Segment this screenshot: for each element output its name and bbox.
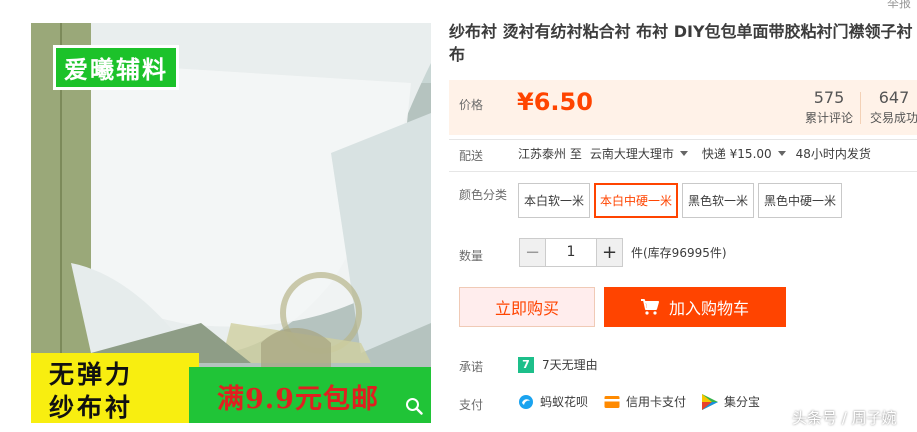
reviews-label: 累计评论 [804,111,853,125]
payment-credit-card[interactable]: 信用卡支付 [604,393,686,410]
sales-label: 交易成功 [869,111,917,125]
promise-label: 承诺 [459,360,484,374]
promo-free-shipping: 满9.9元包邮 [189,367,431,423]
payment-label: 支付 [459,398,484,412]
huabei-icon [519,394,533,409]
destination-text: 云南大理大理市 [589,147,674,161]
price-label: 价格 [459,98,484,112]
add-to-cart-label: 加入购物车 [668,299,749,318]
promo-shipping-text: 满9.9元包邮 [217,384,379,415]
buy-now-button[interactable]: 立即购买 [459,287,595,327]
payment-label-huabei: 蚂蚁花呗 [540,395,589,409]
cart-icon [640,299,659,315]
price-amount: 6.50 [533,88,593,116]
chevron-down-icon [679,151,688,156]
color-option[interactable]: 黑色中硬一米 [758,183,843,218]
product-main-image[interactable]: 爱曦辅料 无弹力 纱布衬 满9.9元包邮 [31,23,431,423]
price-panel: 价格 ¥6.50 575 累计评论 647 交易成功 [449,80,917,135]
promo-line-2: 纱布衬 [49,393,134,422]
stat-divider [860,92,861,124]
quantity-input[interactable]: 1 [546,238,596,267]
color-options: 本白软一米 本白中硬一米 黑色软一米 黑色中硬一米 [518,183,846,218]
promise-text: 7天无理由 [542,358,598,372]
product-title: 纱布衬 烫衬有纺衬粘合衬 布衬 DIY包包单面带胶粘衬门襟领子衬布 [449,22,913,64]
color-label: 颜色分类 [459,188,508,202]
brand-badge: 爱曦辅料 [53,45,179,90]
decrement-button[interactable]: − [519,238,546,267]
divider [449,139,917,140]
payment-label-credit: 信用卡支付 [626,395,687,409]
promo-line-1: 无弹力 [49,360,134,389]
add-to-cart-button[interactable]: 加入购物车 [604,287,786,327]
search-icon[interactable] [405,397,423,415]
destination-dropdown[interactable]: 云南大理大理市 [590,145,688,162]
express-fee: 快递 ¥15.00 [701,147,772,161]
increment-button[interactable]: + [596,238,623,267]
watermark: 头条号 / 周子婉 [792,409,897,427]
color-option[interactable]: 本白软一米 [518,183,591,218]
jifenbao-icon [702,393,719,410]
express-dropdown[interactable]: 快递 ¥15.00 [702,145,786,162]
stock-info: 件(库存96995件) [631,246,727,260]
reviews-stat[interactable]: 575 累计评论 [799,88,859,126]
promise-item[interactable]: 7 7天无理由 [518,356,598,373]
delivery-info: 江苏泰州 至 云南大理大理市 快递 ¥15.00 48小时内发货 [518,145,871,162]
delivery-label: 配送 [459,149,484,163]
currency-symbol: ¥ [517,88,534,116]
promo-no-stretch: 无弹力 纱布衬 [31,353,199,423]
sales-count: 647 [878,88,910,107]
seven-day-return-icon: 7 [518,356,534,373]
chevron-down-icon [777,151,786,156]
payment-label-jifenbao: 集分宝 [724,395,761,409]
ship-time: 48小时内发货 [795,147,871,161]
quantity-stepper: − 1 + 件(库存96995件) [519,238,727,267]
color-option[interactable]: 黑色软一米 [682,183,755,218]
sales-stat[interactable]: 647 交易成功 [864,88,917,126]
report-link[interactable]: 举报 [887,0,911,11]
divider [449,171,917,172]
price-value: ¥6.50 [517,88,593,116]
credit-card-icon [604,395,620,408]
payment-huabei[interactable]: 蚂蚁花呗 [518,393,588,410]
quantity-label: 数量 [459,249,484,263]
reviews-count: 575 [813,88,845,107]
payment-jifenbao[interactable]: 集分宝 [702,393,760,410]
delivery-origin: 江苏泰州 至 [518,147,582,161]
payment-methods: 蚂蚁花呗 信用卡支付 集分宝 [518,393,776,410]
color-option-selected[interactable]: 本白中硬一米 [594,183,679,218]
